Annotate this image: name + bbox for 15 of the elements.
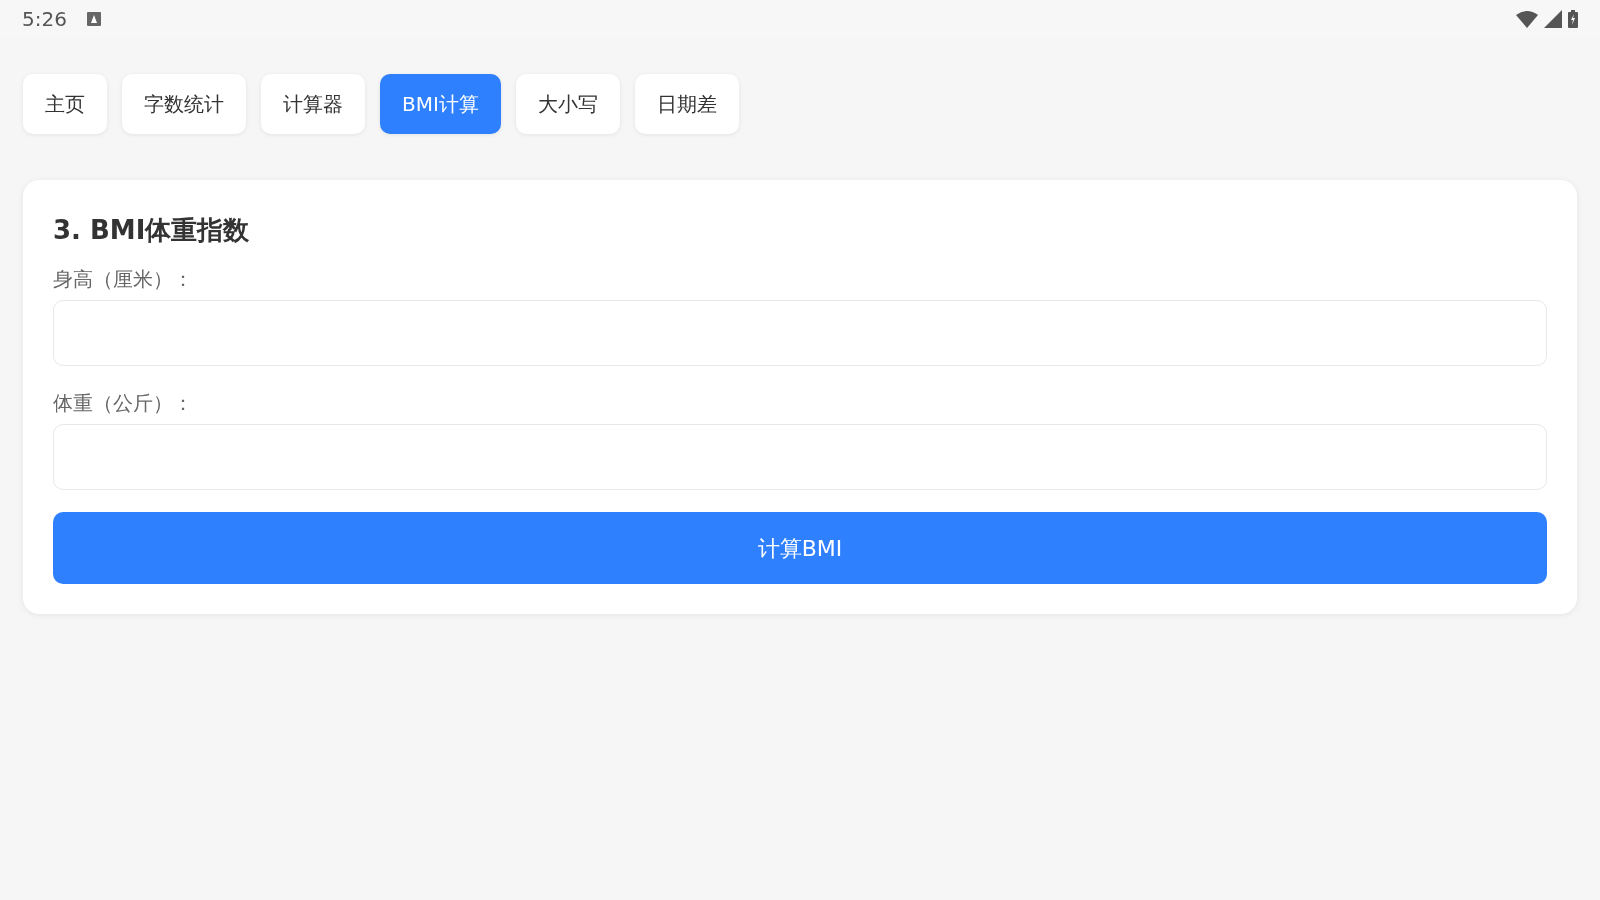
tab[interactable]: 计算器 (261, 74, 365, 134)
tab[interactable]: 字数统计 (122, 74, 246, 134)
field-label: 体重（公斤）： (53, 390, 193, 417)
battery-icon (1568, 10, 1578, 28)
calculate-button[interactable]: 计算BMI (53, 512, 1547, 584)
tab[interactable]: BMI计算 (380, 74, 501, 134)
wifi-icon (1516, 10, 1538, 28)
tab[interactable]: 日期差 (634, 74, 739, 134)
status-time: 5:26 (22, 6, 67, 33)
signal-icon (1544, 10, 1562, 28)
tab[interactable]: 主页 (23, 74, 107, 134)
card-title: 3. BMI体重指数 (53, 214, 251, 247)
field-label: 身高（厘米）： (53, 266, 193, 293)
tab[interactable]: 大小写 (515, 74, 620, 134)
notification-icon (86, 12, 101, 26)
